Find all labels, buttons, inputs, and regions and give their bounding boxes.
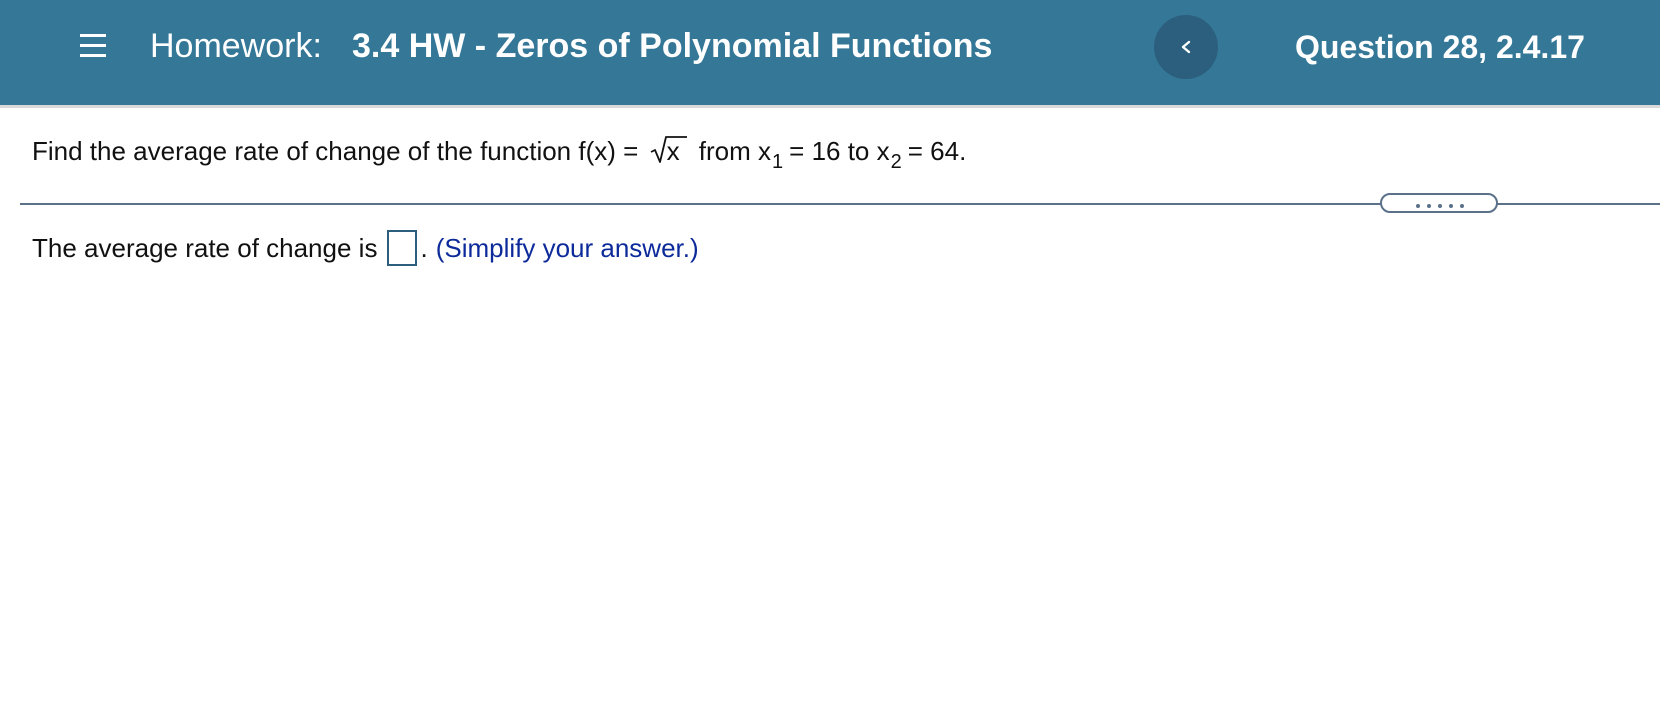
top-bar: Homework: 3.4 HW - Zeros of Polynomial F… [0, 0, 1660, 108]
answer-input[interactable] [387, 230, 418, 266]
hamburger-menu-icon [80, 34, 106, 57]
question-prefix: Find the average rate of change of the f… [32, 136, 639, 166]
from-text: from x [698, 136, 772, 166]
homework-title: 3.4 HW - Zeros of Polynomial Functions [352, 27, 993, 65]
chevron-left-icon [1181, 40, 1191, 54]
question-text: Find the average rate of change of the f… [32, 134, 967, 173]
homework-label: Homework: [150, 27, 322, 65]
hamburger-menu-button[interactable] [76, 28, 110, 62]
question-number: Question 28, 2.4.17 [1295, 29, 1585, 65]
x1-value-text: = 16 to x [789, 136, 890, 166]
previous-question-button[interactable] [1154, 15, 1218, 79]
answer-row: The average rate of change is . (Simplif… [32, 230, 699, 266]
more-dots-icon [1416, 204, 1466, 208]
answer-prompt: The average rate of change is [32, 233, 378, 263]
x2-subscript: 2 [890, 151, 902, 173]
answer-period: . [420, 233, 428, 263]
radicand: x [666, 136, 680, 166]
square-root-expression: x [650, 136, 688, 166]
simplify-hint: (Simplify your answer.) [435, 233, 699, 263]
x1-subscript: 1 [772, 151, 784, 173]
x2-value-text: = 64. [907, 136, 967, 166]
split-handle[interactable] [1380, 193, 1498, 213]
